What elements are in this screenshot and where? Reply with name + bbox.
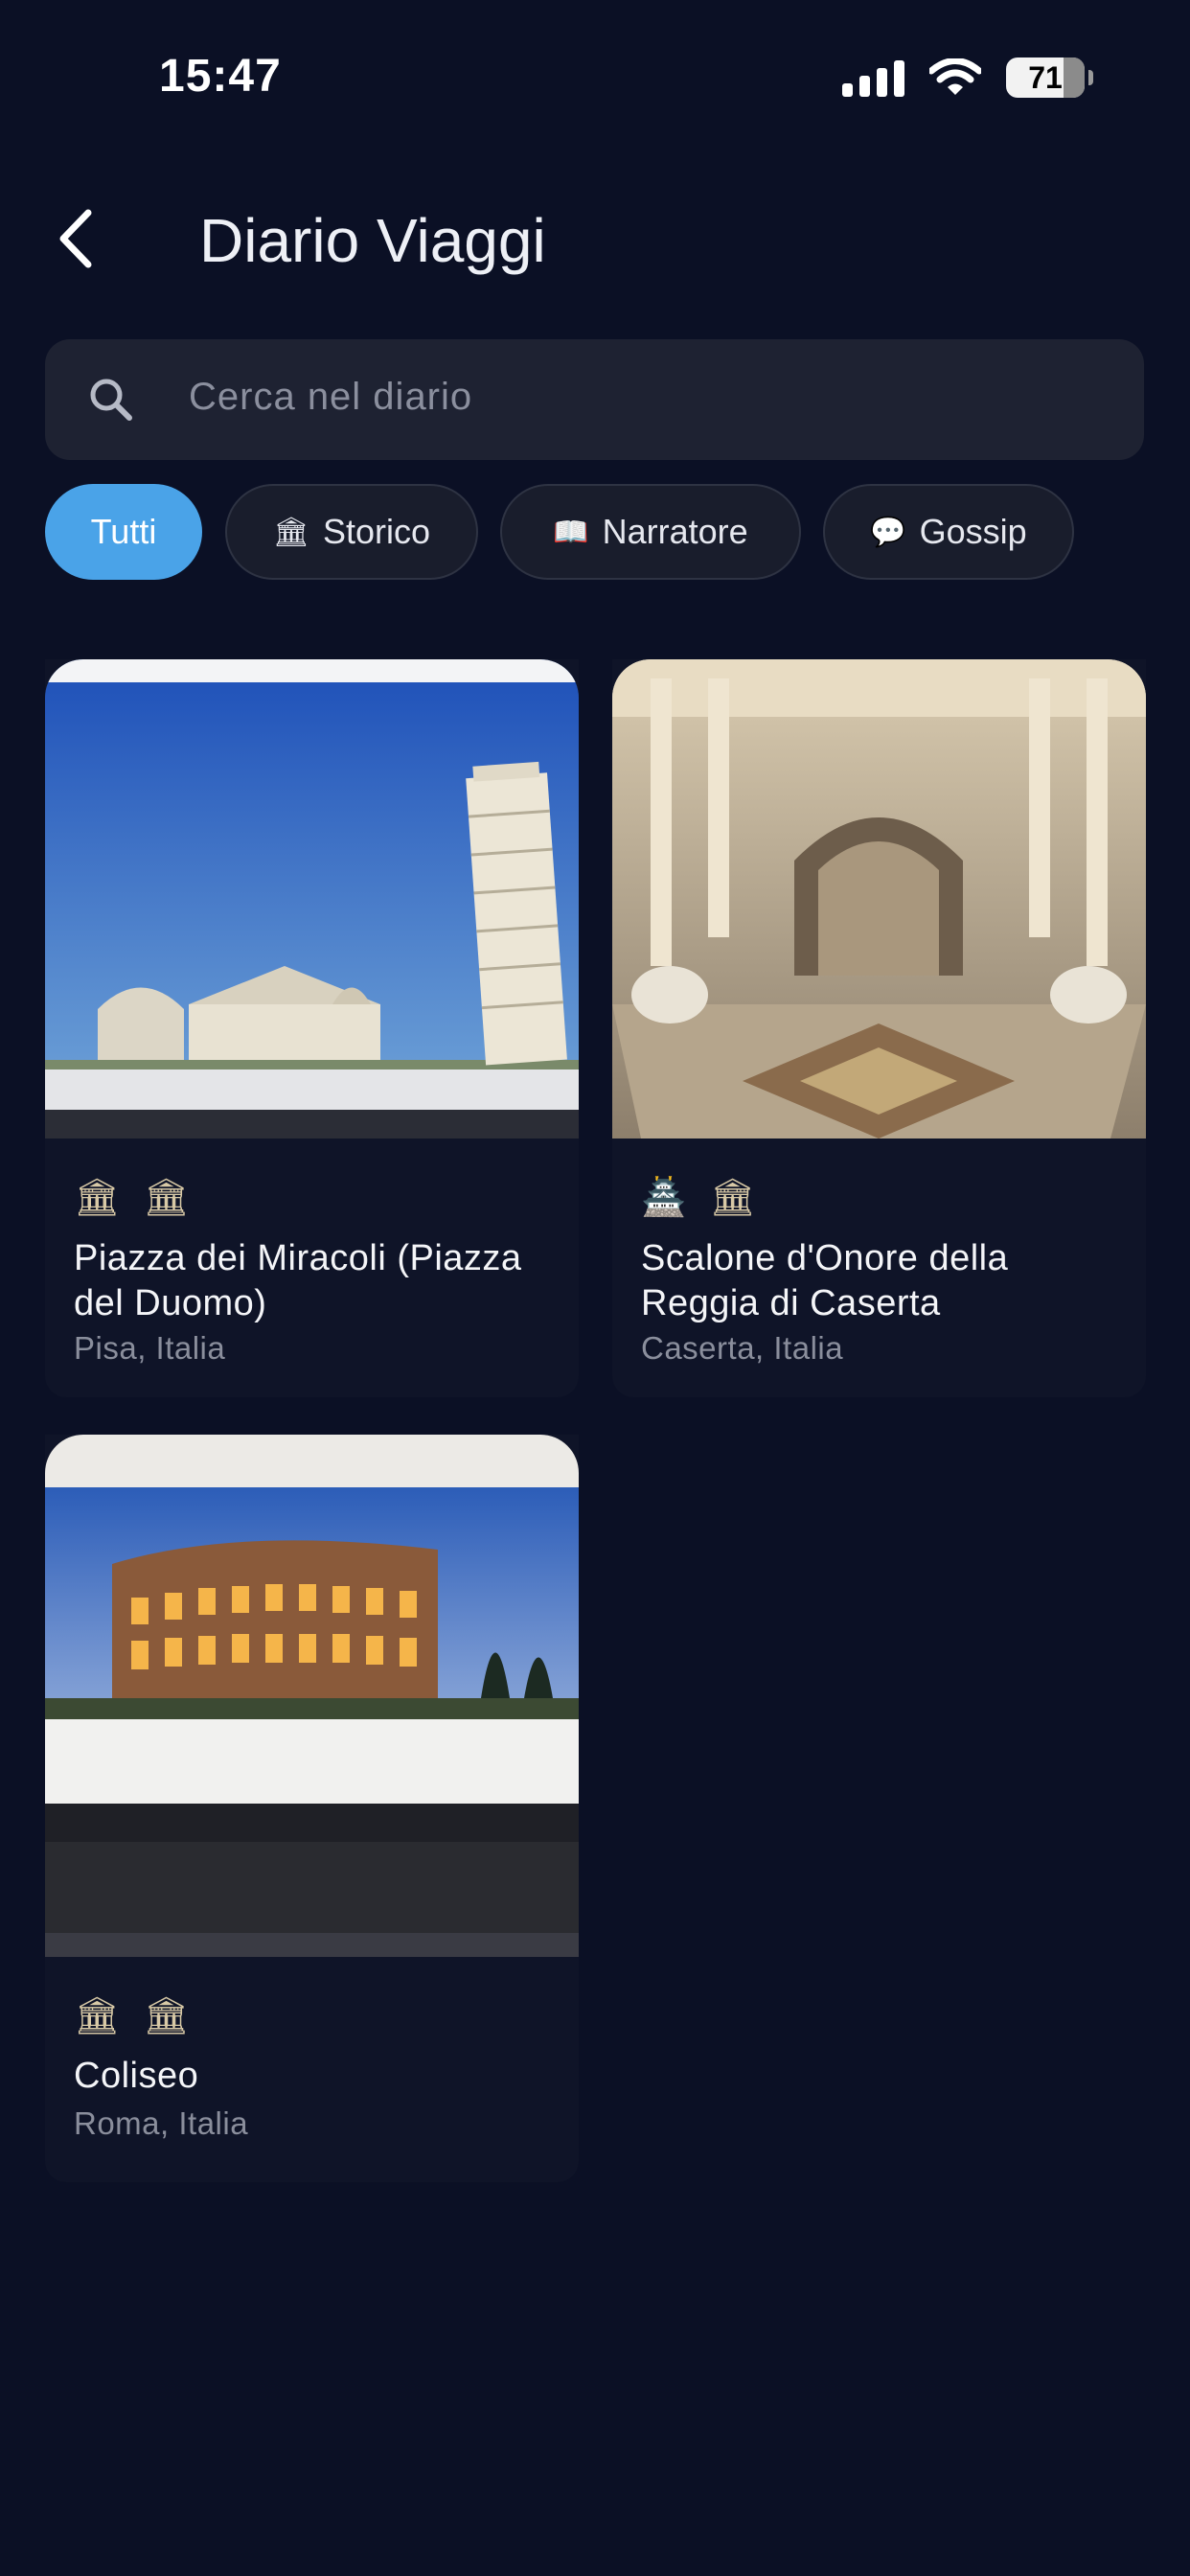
museum-icon: 🏛 [74, 1178, 121, 1218]
museum-icon: 🏛 [709, 1178, 756, 1218]
museum-icon: 🏛 [272, 516, 310, 548]
wifi-icon [929, 58, 981, 95]
category-icons: 🏯 🏛 [641, 1177, 756, 1219]
battery-level: 71 [1028, 59, 1063, 95]
museum-icon: 🏛 [143, 1996, 190, 2036]
filter-chip-label: Storico [323, 512, 431, 551]
filter-chip-label: Gossip [919, 512, 1027, 551]
filter-chip-label: Tutti [90, 512, 157, 551]
staircase-photo [612, 659, 1146, 1138]
card-location: Pisa, Italia [74, 1330, 226, 1366]
filter-chip-gossip[interactable]: 💬 Gossip [823, 484, 1074, 580]
filter-chip-storico[interactable]: 🏛 Storico [225, 484, 478, 580]
filter-chip-label: Narratore [602, 512, 748, 551]
museum-icon: 🏛 [74, 1996, 121, 2036]
card-title: Scalone d'Onore della Reggia di Caserta [641, 1238, 1009, 1323]
diary-card-caserta[interactable]: 🏯 🏛 Scalone d'Onore della Reggia di Case… [612, 659, 1146, 1397]
card-location: Roma, Italia [74, 2105, 249, 2141]
signal-icon [842, 58, 904, 97]
category-icons: 🏛 🏛 [74, 1177, 190, 1219]
category-icons: 🏛 🏛 [74, 1995, 190, 2037]
pisa-photo [45, 659, 579, 1138]
speech-bubble-icon: 💬 [870, 516, 906, 548]
search-input[interactable]: Cerca nel diario [45, 339, 1144, 460]
back-button[interactable] [50, 205, 103, 272]
diary-card-coliseo[interactable]: 🏛 🏛 Coliseo Roma, Italia [45, 1435, 579, 2182]
card-title: Coliseo [74, 2056, 199, 2096]
card-location: Caserta, Italia [641, 1330, 844, 1366]
status-indicators: 71 [842, 58, 1093, 98]
filter-chip-tutti[interactable]: Tutti [45, 484, 202, 580]
castle-icon: 🏯 [641, 1178, 687, 1218]
book-icon: 📖 [553, 516, 589, 548]
museum-icon: 🏛 [143, 1178, 190, 1218]
page-title: Diario Viaggi [199, 206, 546, 275]
search-icon [90, 379, 132, 421]
colosseum-photo [45, 1435, 579, 1957]
search-placeholder: Cerca nel diario [189, 376, 473, 418]
filter-chip-narratore[interactable]: 📖 Narratore [500, 484, 801, 580]
diary-card-pisa[interactable]: 🏛 🏛 Piazza dei Miracoli (Piazza del Duom… [45, 659, 579, 1397]
battery-icon: 71 [1006, 58, 1093, 98]
card-title: Piazza dei Miracoli (Piazza del Duomo) [74, 1238, 522, 1323]
status-time: 15:47 [159, 51, 282, 102]
